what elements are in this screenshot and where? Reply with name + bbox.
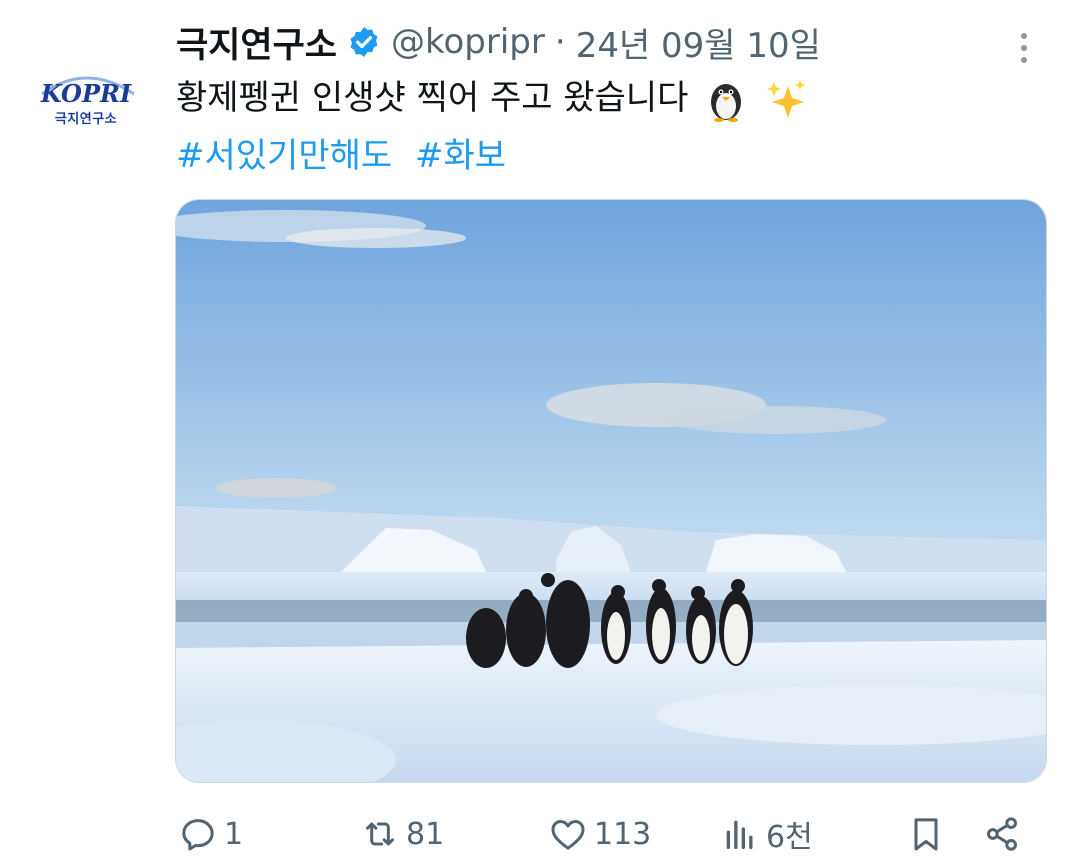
verified-badge-icon [350,27,378,57]
post-date[interactable]: 24년 09월 10일 [576,18,821,67]
bookmark-button[interactable] [906,814,946,854]
share-icon [987,817,1017,851]
reply-count: 1 [224,816,244,852]
heart-icon [551,820,585,850]
reply-button[interactable]: 1 [178,814,243,854]
hashtag-list: #서있기만해도 #화보 [176,132,518,180]
retweet-count: 81 [406,816,445,852]
logo-subtext: 극지연구소 [54,112,118,127]
logo-text: KOPRI [40,79,132,108]
share-button[interactable] [982,814,1022,854]
retweet-button[interactable]: 81 [360,814,444,854]
avatar[interactable]: KOPRI 극지연구소 [22,24,150,152]
sparkles-emoji-icon [767,79,806,118]
action-bar: 1 81 113 6천 [0,800,1080,867]
separator-dot: · [554,22,566,62]
reply-icon [182,819,214,851]
tweet-photo[interactable] [175,199,1047,783]
penguin-photo [176,200,1046,782]
display-name[interactable]: 극지연구소 [176,17,337,68]
views-count: 6천 [766,820,813,855]
tweet-body: 황제펭귄 인생샷 찍어 주고 왔습니다 [176,78,689,118]
views-button[interactable]: 6천 [720,814,813,855]
tweet-header: 극지연구소 @kopripr · 24년 09월 10일 [176,14,1046,70]
like-button[interactable]: 113 [548,814,651,854]
more-options-icon[interactable] [1012,30,1036,66]
bookmark-icon [914,818,938,851]
kopri-logo-icon: KOPRI [40,76,135,108]
hashtag-link[interactable]: #서있기만해도 [176,136,392,176]
hashtag-link[interactable]: #화보 [415,136,506,176]
analytics-icon [726,820,753,849]
retweet-icon [366,822,394,846]
tweet-text: 황제펭귄 인생샷 찍어 주고 왔습니다 [176,72,808,124]
handle[interactable]: @kopripr [391,22,545,62]
like-count: 113 [594,816,652,852]
penguin-emoji-icon [711,83,742,122]
